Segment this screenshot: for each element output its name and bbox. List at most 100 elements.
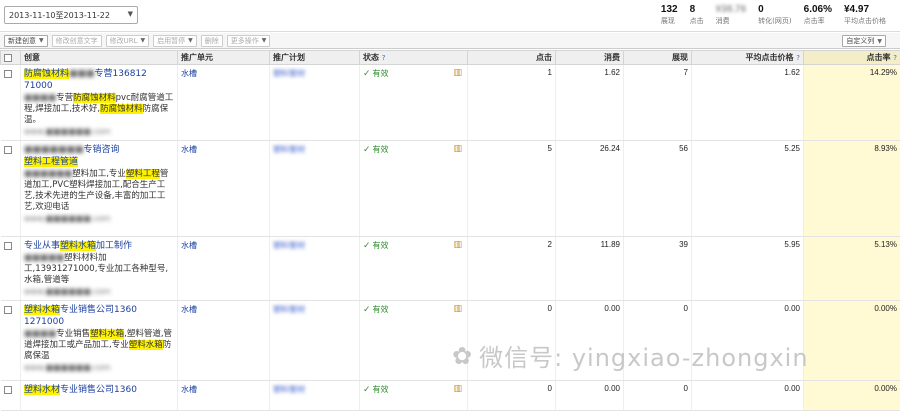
text-segment: ■■■■ <box>24 329 56 339</box>
col-plan[interactable]: 推广计划 <box>270 51 360 65</box>
help-icon[interactable]: ? <box>382 54 386 62</box>
edit-url-button[interactable]: 修改URL▼ <box>106 35 150 47</box>
report-chart-icon[interactable]: ▥ <box>453 68 462 78</box>
ad-title-line2: 71000 <box>24 81 53 91</box>
text-segment: ■■■■■ <box>24 253 64 263</box>
avg-cpc-cell: 5.95 <box>692 237 804 301</box>
status-ok-icon: ✓ <box>363 145 371 155</box>
creative-cell: 塑料水材专业销售公司1360 <box>21 381 178 411</box>
row-checkbox[interactable] <box>4 306 12 314</box>
unit-link[interactable]: 水槽 <box>181 305 197 314</box>
creative-cell: ■■■■■■■专销咨询塑料工程管道■■■■■■塑料加工,专业塑料工程管道加工,P… <box>21 141 178 237</box>
custom-columns-button[interactable]: 自定义列▼ <box>842 35 886 47</box>
plan-cell: 塑料管材 <box>270 381 360 411</box>
chevron-down-icon: ▼ <box>39 37 44 44</box>
unit-cell: 水槽 <box>178 141 270 237</box>
unit-link[interactable]: 水槽 <box>181 385 197 394</box>
status-cell: ✓有效 ▥ <box>360 65 468 141</box>
col-creative[interactable]: 创意 <box>21 51 178 65</box>
ctr-cell: 14.29% <box>804 65 900 141</box>
stat-value: ¥38.76 <box>716 4 747 15</box>
delete-button[interactable]: 删除 <box>201 35 223 47</box>
cost-cell: 26.24 <box>556 141 624 237</box>
plan-link[interactable]: 塑料管材 <box>273 69 305 78</box>
col-impressions[interactable]: 展现 <box>624 51 692 65</box>
impressions-cell: 7 <box>624 65 692 141</box>
row-checkbox[interactable] <box>4 146 12 154</box>
ad-display-url: www.■■■■■■.com <box>24 286 174 297</box>
date-range-picker[interactable]: 2013-11-10至2013-11-22 ▼ <box>4 6 138 24</box>
table-row: 专业从事塑料水箱加工制作■■■■■塑料材料加工,13931271000,专业加工… <box>1 237 900 301</box>
ad-display-url: www.■■■■■■.com <box>24 213 174 224</box>
report-chart-icon[interactable]: ▥ <box>453 144 462 154</box>
report-chart-icon[interactable]: ▥ <box>453 240 462 250</box>
ad-description: ■■■■专业销售塑料水箱,塑料管道,管道焊接加工或产品加工,专业塑料水箱防腐保温 <box>24 329 174 362</box>
toolbar: 新建创意▼ 修改创意文字 修改URL▼ 启用暂停▼ 删除 更多操作▼ 自定义列▼ <box>0 33 900 49</box>
keyword-highlight: 塑料水箱 <box>60 241 96 251</box>
keyword-highlight: 防腐蚀材料 <box>24 69 69 79</box>
ad-title[interactable]: ■■■■■■■专销咨询塑料工程管道 <box>24 144 174 168</box>
text-segment: 专业从事 <box>24 241 60 251</box>
col-unit[interactable]: 推广单元 <box>178 51 270 65</box>
col-status[interactable]: 状态 ? <box>360 51 468 65</box>
select-all-header[interactable] <box>1 51 21 65</box>
col-clicks[interactable]: 点击 <box>468 51 556 65</box>
chevron-down-icon: ▼ <box>128 10 133 18</box>
row-checkbox[interactable] <box>4 386 12 394</box>
row-select-cell[interactable] <box>1 381 21 411</box>
report-chart-icon[interactable]: ▥ <box>453 304 462 314</box>
col-ctr[interactable]: 点击率 ? <box>804 51 900 65</box>
stat-value: 8 <box>690 4 704 15</box>
report-chart-icon[interactable]: ▥ <box>453 384 462 394</box>
ctr-cell: 0.00% <box>804 301 900 381</box>
col-cost[interactable]: 消费 <box>556 51 624 65</box>
status-badge: ✓有效 <box>363 144 389 155</box>
chevron-down-icon: ▼ <box>877 38 882 45</box>
row-checkbox[interactable] <box>4 70 12 78</box>
row-select-cell[interactable] <box>1 237 21 301</box>
status-badge: ✓有效 <box>363 68 389 79</box>
keyword-highlight: 塑料水箱 <box>90 329 124 339</box>
help-icon[interactable]: ? <box>796 54 800 62</box>
edit-text-button[interactable]: 修改创意文字 <box>52 35 102 47</box>
row-select-cell[interactable] <box>1 141 21 237</box>
stat-item: 132展现 <box>655 4 684 26</box>
select-all-checkbox[interactable] <box>4 54 12 62</box>
ad-title[interactable]: 塑料水材专业销售公司1360 <box>24 384 174 396</box>
ad-title[interactable]: 塑料水箱专业销售公司13601271000 <box>24 304 174 328</box>
text-segment: 专销咨询 <box>84 145 120 155</box>
ad-title[interactable]: 专业从事塑料水箱加工制作 <box>24 240 174 252</box>
creative-cell: 专业从事塑料水箱加工制作■■■■■塑料材料加工,13931271000,专业加工… <box>21 237 178 301</box>
enable-pause-button[interactable]: 启用暂停▼ <box>153 35 197 47</box>
unit-link[interactable]: 水槽 <box>181 145 197 154</box>
table-header: 创意 推广单元 推广计划 状态 ? 点击 消费 展现 平均点击价格 ? 点击率 … <box>1 51 900 65</box>
status-badge: ✓有效 <box>363 384 389 395</box>
plan-link[interactable]: 塑料管材 <box>273 385 305 394</box>
status-ok-icon: ✓ <box>363 305 371 315</box>
help-icon[interactable]: ? <box>893 54 897 62</box>
stat-label: 消费 <box>716 16 747 26</box>
plan-link[interactable]: 塑料管材 <box>273 145 305 154</box>
ctr-cell: 0.00% <box>804 381 900 411</box>
creative-cell: 防腐蚀材料■■■专营13681271000■■■■专营防腐蚀材料pvc耐腐管道工… <box>21 65 178 141</box>
plan-cell: 塑料管材 <box>270 65 360 141</box>
more-actions-button[interactable]: 更多操作▼ <box>227 35 271 47</box>
row-checkbox[interactable] <box>4 242 12 250</box>
table-row: 防腐蚀材料■■■专营13681271000■■■■专营防腐蚀材料pvc耐腐管道工… <box>1 65 900 141</box>
ad-title[interactable]: 防腐蚀材料■■■专营13681271000 <box>24 68 174 92</box>
unit-link[interactable]: 水槽 <box>181 69 197 78</box>
ctr-cell: 5.13% <box>804 237 900 301</box>
text-segment: ■■■■■■ <box>24 169 72 179</box>
col-avg-cpc[interactable]: 平均点击价格 ? <box>692 51 804 65</box>
plan-link[interactable]: 塑料管材 <box>273 241 305 250</box>
status-ok-icon: ✓ <box>363 69 371 79</box>
unit-link[interactable]: 水槽 <box>181 241 197 250</box>
row-select-cell[interactable] <box>1 301 21 381</box>
plan-link[interactable]: 塑料管材 <box>273 305 305 314</box>
unit-cell: 水槽 <box>178 237 270 301</box>
ad-description: ■■■■专营防腐蚀材料pvc耐腐管道工程,焊接加工,技术好,防腐蚀材料防腐保温。 <box>24 93 174 126</box>
row-select-cell[interactable] <box>1 65 21 141</box>
text-segment: 专业销售公司1360 <box>60 385 137 395</box>
plan-cell: 塑料管材 <box>270 141 360 237</box>
new-creative-button[interactable]: 新建创意▼ <box>4 35 48 47</box>
